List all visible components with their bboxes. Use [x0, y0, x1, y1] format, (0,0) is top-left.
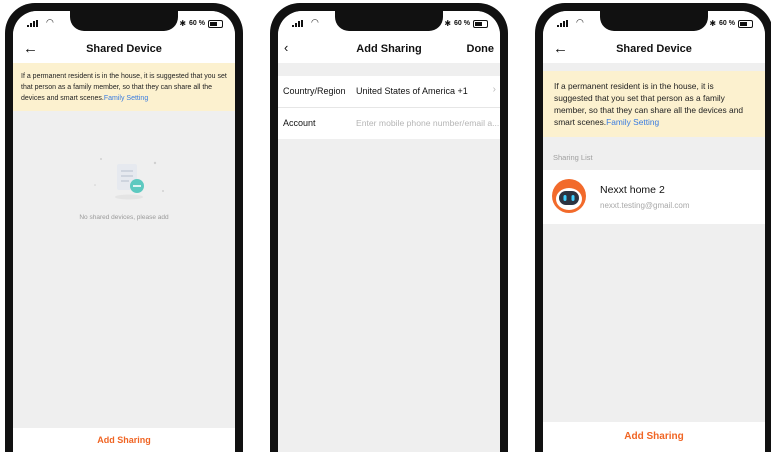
battery-icon — [208, 19, 223, 28]
add-sharing-button[interactable]: Add Sharing — [543, 422, 765, 452]
member-name: Nexxt home 2 — [600, 184, 665, 196]
account-input[interactable] — [356, 116, 500, 130]
chevron-right-icon: › — [492, 84, 496, 95]
battery-icon — [738, 19, 753, 28]
country-value: United States of America +1 — [356, 86, 468, 96]
family-setting-link[interactable]: Family Setting — [104, 95, 148, 102]
screen: ◠ ✱ 60 % ← Shared Device If a permanent … — [13, 11, 235, 452]
phone-add-sharing: ◠ ✱ 60 % ‹ Add Sharing Done Country/Regi… — [270, 3, 508, 452]
family-setting-link[interactable]: Family Setting — [606, 117, 659, 127]
battery-percent: 60 % — [189, 20, 205, 27]
screen: ◠ ✱ 60 % ← Shared Device If a permanent … — [543, 11, 765, 452]
family-notice: If a permanent resident is in the house,… — [543, 71, 765, 137]
phone-shared-device-empty: ◠ ✱ 60 % ← Shared Device If a permanent … — [5, 3, 243, 452]
nav-bar: ‹ Add Sharing Done — [278, 37, 500, 63]
battery-percent: 60 % — [719, 20, 735, 27]
status-bar: ◠ ✱ 60 % — [278, 11, 500, 37]
status-bar: ◠ ✱ 60 % — [13, 11, 235, 37]
wifi-icon: ◠ — [311, 17, 319, 27]
wifi-icon: ◠ — [576, 17, 584, 27]
nav-bar: ← Shared Device — [13, 37, 235, 63]
phone-shared-device-list: ◠ ✱ 60 % ← Shared Device If a permanent … — [535, 3, 771, 452]
battery-percent: 60 % — [454, 20, 470, 27]
robot-avatar-icon — [552, 179, 586, 213]
page-title: Shared Device — [86, 43, 162, 55]
signal-icon — [27, 20, 38, 27]
nav-bar: ← Shared Device — [543, 37, 765, 63]
notch — [335, 11, 443, 31]
bluetooth-icon: ✱ — [444, 19, 452, 28]
sharing-form: Country/Region United States of America … — [278, 76, 500, 139]
shared-member-item[interactable]: Nexxt home 2 nexxt.testing@gmail.com — [543, 170, 765, 224]
sharing-list-label: Sharing List — [553, 153, 593, 162]
notch — [600, 11, 708, 31]
account-row: Account — [278, 108, 500, 139]
family-notice: If a permanent resident is in the house,… — [13, 63, 235, 111]
bluetooth-icon: ✱ — [709, 19, 717, 28]
screen: ◠ ✱ 60 % ‹ Add Sharing Done Country/Regi… — [278, 11, 500, 452]
notch — [70, 11, 178, 31]
member-email: nexxt.testing@gmail.com — [600, 201, 690, 210]
signal-icon — [292, 20, 303, 27]
country-row[interactable]: Country/Region United States of America … — [278, 76, 500, 108]
wifi-icon: ◠ — [46, 17, 54, 27]
country-label: Country/Region — [283, 86, 346, 96]
status-bar: ◠ ✱ 60 % — [543, 11, 765, 37]
empty-state-text: No shared devices, please add — [79, 214, 169, 221]
page-title: Shared Device — [616, 43, 692, 55]
empty-list-illustration — [94, 158, 164, 200]
add-sharing-button[interactable]: Add Sharing — [13, 428, 235, 452]
account-label: Account — [283, 118, 316, 128]
signal-icon — [557, 20, 568, 27]
bluetooth-icon: ✱ — [179, 19, 187, 28]
done-button[interactable]: Done — [467, 43, 495, 55]
battery-icon — [473, 19, 488, 28]
